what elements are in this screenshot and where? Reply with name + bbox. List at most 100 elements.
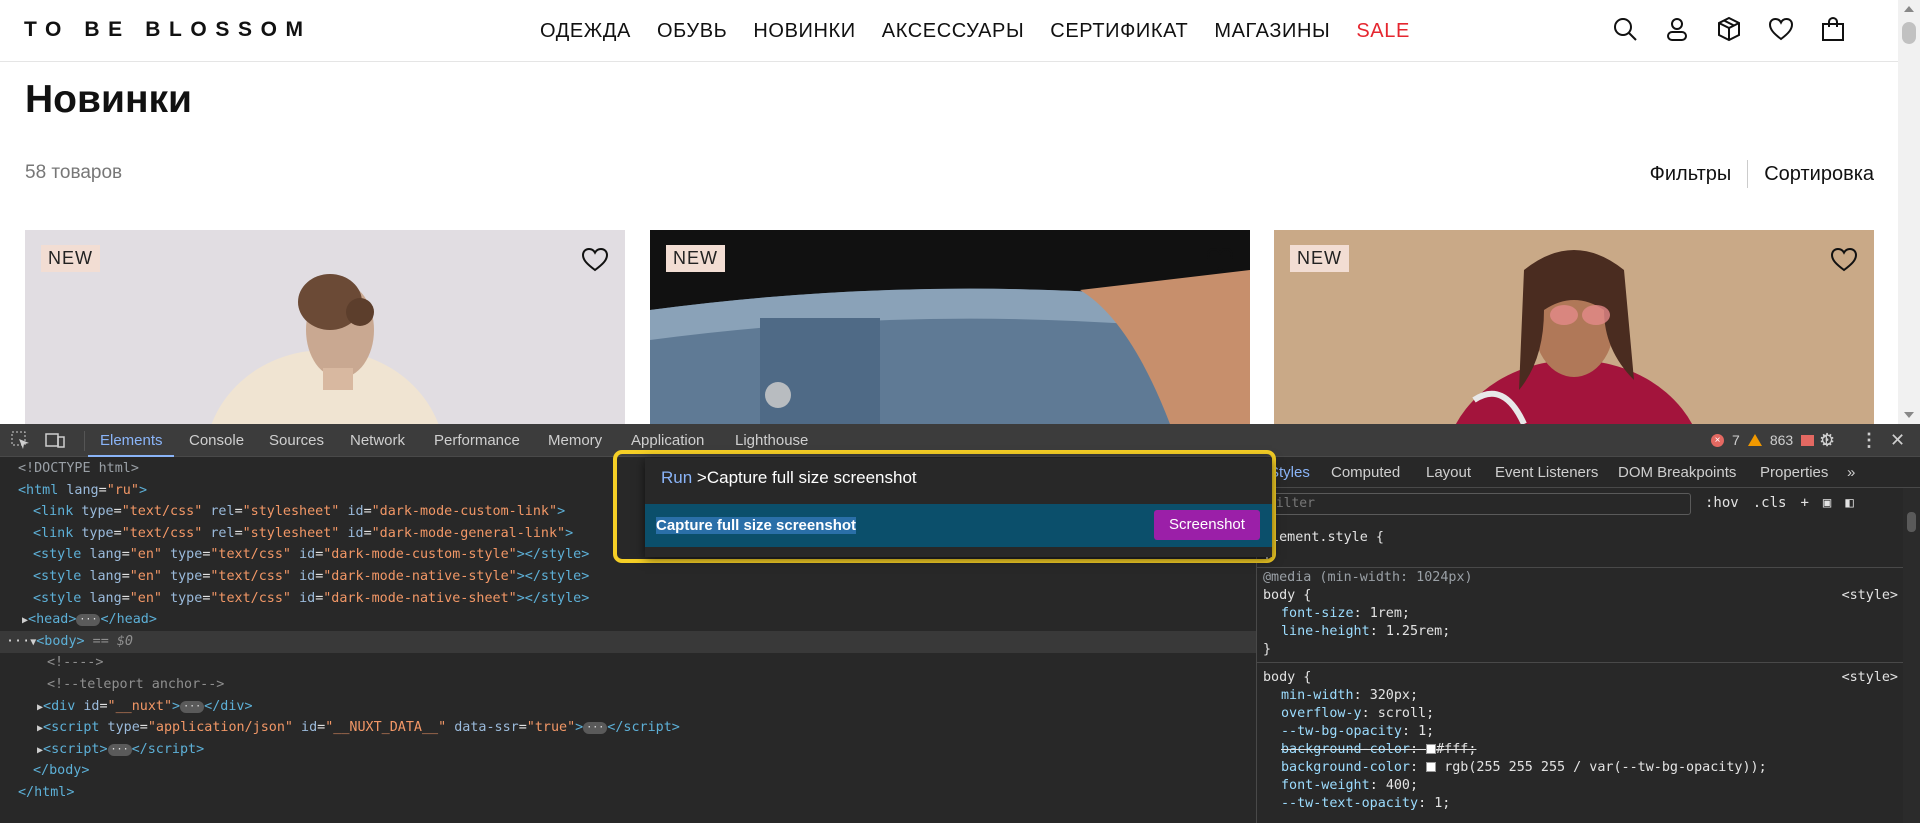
tab-computed[interactable]: Computed <box>1331 464 1400 481</box>
command-input[interactable]: Run >Capture full size screenshot <box>661 468 917 488</box>
dom-line[interactable]: </body> <box>33 760 89 782</box>
hov-toggle[interactable]: :hov <box>1705 495 1739 511</box>
tab-performance[interactable]: Performance <box>434 432 520 449</box>
more-tabs-chevron-icon[interactable]: » <box>1847 464 1855 481</box>
tab-elements[interactable]: Elements <box>100 432 163 449</box>
sort-button[interactable]: Сортировка <box>1764 163 1874 186</box>
dom-line[interactable]: <html lang="ru"> <box>18 480 147 502</box>
issue-counters[interactable]: × 7 863 1 <box>1711 432 1830 448</box>
page-scrollbar[interactable] <box>1898 0 1920 424</box>
rule-source-link[interactable]: <style> <box>1842 588 1898 603</box>
css-declaration[interactable]: line-height: 1.25rem; <box>1281 624 1450 639</box>
tab-layout[interactable]: Layout <box>1426 464 1471 481</box>
user-icon[interactable] <box>1664 16 1690 47</box>
tab-event-listeners[interactable]: Event Listeners <box>1495 464 1598 481</box>
warning-count: 863 <box>1769 432 1794 448</box>
nav-item-certificate[interactable]: СЕРТИФИКАТ <box>1050 20 1188 43</box>
css-declaration-overridden[interactable]: background-color: #fff; <box>1281 742 1476 757</box>
dom-line[interactable]: <style lang="en" type="text/css" id="dar… <box>33 566 589 588</box>
dom-line[interactable]: ▶<script type="application/json" id="__N… <box>37 717 680 740</box>
nav-item-sale[interactable]: SALE <box>1356 20 1410 43</box>
tab-sources[interactable]: Sources <box>269 432 324 449</box>
product-image[interactable] <box>650 230 1250 424</box>
color-swatch[interactable] <box>1426 744 1437 754</box>
command-item-label: Capture full size screenshot <box>656 517 857 534</box>
rule-selector[interactable]: body { <box>1263 670 1311 685</box>
tab-memory[interactable]: Memory <box>548 432 602 449</box>
settings-gear-icon[interactable]: ⚙ <box>1819 430 1835 451</box>
product-card[interactable]: NEW <box>1274 230 1874 424</box>
product-count: 58 товаров <box>25 162 123 183</box>
element-style-rule[interactable]: element.style { <box>1263 530 1384 545</box>
product-image[interactable] <box>1274 230 1874 424</box>
search-icon[interactable] <box>1612 16 1638 47</box>
scroll-thumb[interactable] <box>1902 22 1916 44</box>
dom-line[interactable]: <!----> <box>47 652 103 674</box>
scroll-thumb[interactable] <box>1907 512 1916 532</box>
active-tab-indicator <box>88 455 174 457</box>
dom-line[interactable]: <style lang="en" type="text/css" id="dar… <box>33 544 589 566</box>
styles-scrollbar[interactable] <box>1903 488 1920 823</box>
favorite-heart-icon[interactable] <box>1830 246 1858 272</box>
nav-item-shoes[interactable]: ОБУВЬ <box>657 20 727 43</box>
dom-line[interactable]: ▶<div id="__nuxt"> ··· </div> <box>37 696 253 719</box>
message-icon <box>1801 434 1815 446</box>
css-declaration[interactable]: min-width: 320px; <box>1281 688 1418 703</box>
tab-console[interactable]: Console <box>189 432 244 449</box>
dom-line-selected[interactable]: ···▼<body> == $0 <box>6 631 133 654</box>
rule-selector[interactable]: body { <box>1263 588 1311 603</box>
device-toolbar-icon[interactable] <box>44 430 66 450</box>
dom-line[interactable]: <link type="text/css" rel="stylesheet" i… <box>33 523 573 545</box>
cls-toggle[interactable]: .cls <box>1753 495 1787 511</box>
filters-button[interactable]: Фильтры <box>1650 163 1732 186</box>
dom-line[interactable]: <!--teleport anchor--> <box>47 674 224 696</box>
more-options-icon[interactable]: ⋮ <box>1860 430 1878 451</box>
tab-application[interactable]: Application <box>631 432 704 449</box>
dom-line[interactable]: </html> <box>18 782 74 804</box>
css-declaration[interactable]: font-size: 1rem; <box>1281 606 1410 621</box>
dom-line[interactable]: <link type="text/css" rel="stylesheet" i… <box>33 501 565 523</box>
scroll-up-arrow-icon[interactable] <box>1904 6 1914 12</box>
dom-line[interactable]: <!DOCTYPE html> <box>18 458 139 480</box>
tab-network[interactable]: Network <box>350 432 405 449</box>
screenshot-button[interactable]: Screenshot <box>1154 510 1260 540</box>
favorite-heart-icon[interactable] <box>1206 246 1234 272</box>
styles-filter-input[interactable]: Filter <box>1263 493 1691 515</box>
site-logo[interactable]: TO BE BLOSSOM <box>24 18 312 42</box>
color-swatch[interactable] <box>1426 762 1437 772</box>
dom-line[interactable]: ▶<script> ··· </script> <box>37 739 204 762</box>
dom-line[interactable]: ▶<head> ··· </head> <box>22 609 157 632</box>
favorite-heart-icon[interactable] <box>581 246 609 272</box>
toggle-sidebar-icon[interactable]: ◧ <box>1845 495 1853 511</box>
command-item-capture-full-size[interactable]: Capture full size screenshot Screenshot <box>645 504 1272 547</box>
nav-item-accessories[interactable]: АКСЕССУАРЫ <box>882 20 1025 43</box>
product-card[interactable]: NEW <box>650 230 1250 424</box>
nav-item-stores[interactable]: МАГАЗИНЫ <box>1214 20 1330 43</box>
styles-pane: Styles Computed Layout Event Listeners D… <box>1257 458 1920 823</box>
divider <box>1747 160 1749 188</box>
css-declaration[interactable]: font-weight: 400; <box>1281 778 1418 793</box>
tab-dom-breakpoints[interactable]: DOM Breakpoints <box>1618 464 1736 481</box>
product-image[interactable] <box>25 230 625 424</box>
css-declaration[interactable]: --tw-text-opacity: 1; <box>1281 796 1450 811</box>
new-rule-plus-icon[interactable]: + <box>1800 495 1808 511</box>
css-declaration[interactable]: --tw-bg-opacity: 1; <box>1281 724 1434 739</box>
close-icon[interactable]: ✕ <box>1890 430 1905 451</box>
box-icon[interactable] <box>1716 16 1742 47</box>
dom-line[interactable]: <style lang="en" type="text/css" id="dar… <box>33 588 589 610</box>
rule-source-link[interactable]: <style> <box>1842 670 1898 685</box>
scroll-down-arrow-icon[interactable] <box>1904 412 1914 418</box>
paint-brush-icon[interactable]: ▣ <box>1823 495 1831 511</box>
header-icons <box>1612 16 1846 47</box>
tab-properties[interactable]: Properties <box>1760 464 1828 481</box>
inspect-element-icon[interactable] <box>10 430 32 450</box>
css-declaration[interactable]: overflow-y: scroll; <box>1281 706 1434 721</box>
nav-item-new[interactable]: НОВИНКИ <box>753 20 855 43</box>
css-declaration[interactable]: background-color: rgb(255 255 255 / var(… <box>1281 760 1767 775</box>
nav-item-clothes[interactable]: ОДЕЖДА <box>540 20 631 43</box>
bag-icon[interactable] <box>1820 16 1846 47</box>
divider <box>84 431 85 451</box>
heart-icon[interactable] <box>1768 16 1794 47</box>
product-card[interactable]: NEW <box>25 230 625 424</box>
tab-lighthouse[interactable]: Lighthouse <box>735 432 808 449</box>
